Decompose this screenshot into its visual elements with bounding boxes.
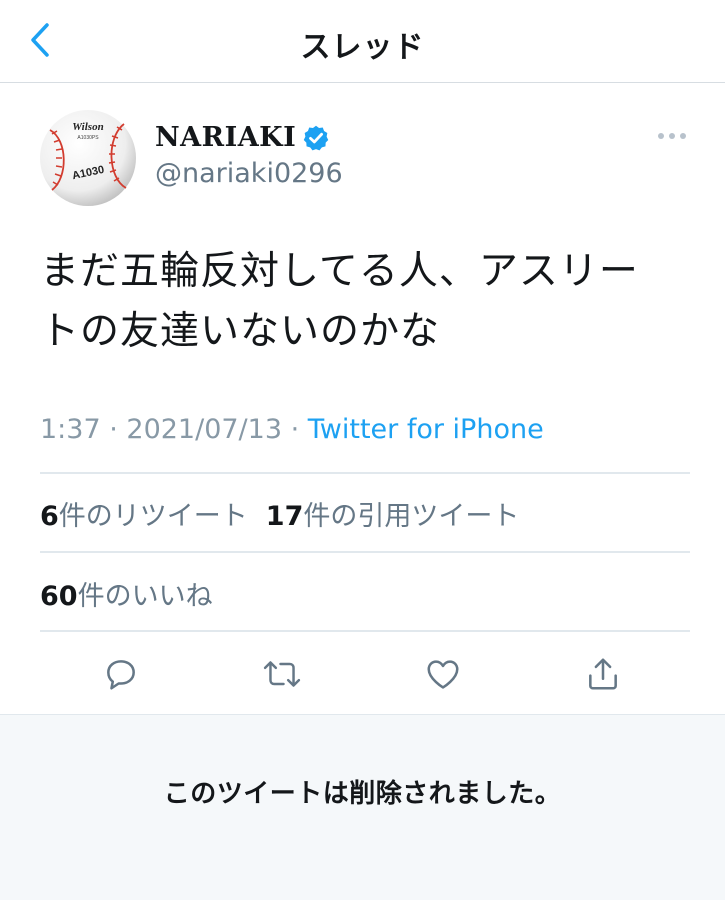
divider: [40, 630, 690, 632]
divider: [40, 472, 690, 474]
avatar[interactable]: Wilson A1030PS A1030: [38, 108, 138, 208]
deleted-tweet-message: このツイートは削除されました。: [163, 779, 562, 809]
retweets-label: 件のリツイート: [58, 501, 248, 532]
tweet-text-line: まだ五輪反対してる人、アスリー: [40, 249, 639, 294]
tweet-text: まだ五輪反対してる人、アスリー トの友達いないのかな: [40, 242, 690, 362]
likes-label: 件のいいね: [77, 581, 213, 612]
tweet-meta: 1:37 · 2021/07/13 · Twitter for iPhone: [40, 414, 544, 445]
likes-stat[interactable]: 60件のいいね: [40, 581, 213, 612]
quote-tweets-stat[interactable]: 17件の引用ツイート: [266, 501, 520, 532]
more-options-button[interactable]: [652, 124, 692, 148]
divider: [40, 551, 690, 553]
tweet-time: 1:37: [40, 414, 101, 445]
ball-brand-text: Wilson: [72, 121, 103, 133]
retweets-count: 6: [40, 501, 59, 532]
likes-stats-row: 60件のいいね: [40, 574, 213, 613]
more-dot-icon: [669, 133, 675, 139]
display-name: NARIAKI: [155, 122, 297, 153]
retweets-stat[interactable]: 6件のリツイート: [40, 501, 248, 532]
author-name-row[interactable]: NARIAKI: [155, 122, 330, 153]
retweet-button[interactable]: [260, 652, 304, 696]
share-icon: [589, 658, 617, 690]
tweet-date: 2021/07/13: [126, 414, 283, 445]
page-title: スレッド: [300, 30, 425, 65]
verified-badge-icon: [302, 124, 330, 152]
meta-separator: ·: [282, 414, 308, 445]
user-handle[interactable]: @nariaki0296: [155, 158, 343, 189]
tweet-card: Wilson A1030PS A1030 NARIAKI @nariaki029…: [0, 84, 725, 714]
heart-icon: [427, 660, 459, 689]
likes-count: 60: [40, 581, 78, 612]
reply-button[interactable]: [99, 652, 143, 696]
baseball-icon: Wilson A1030PS A1030: [40, 110, 136, 206]
quotes-label: 件の引用ツイート: [303, 501, 520, 532]
deleted-tweet-placeholder: このツイートは削除されました。: [0, 714, 725, 900]
tweet-source-link[interactable]: Twitter for iPhone: [308, 414, 544, 445]
top-bar: スレッド: [0, 0, 725, 83]
quotes-count: 17: [265, 501, 304, 532]
retweet-icon: [263, 661, 301, 687]
more-dot-icon: [658, 133, 664, 139]
retweet-stats-row: 6件のリツイート 17件の引用ツイート: [40, 494, 519, 533]
tweet-actions: [0, 648, 725, 704]
share-button[interactable]: [581, 652, 625, 696]
meta-separator: ·: [100, 414, 127, 445]
like-button[interactable]: [421, 652, 465, 696]
ball-sub-text: A1030PS: [77, 135, 99, 141]
more-dot-icon: [680, 133, 686, 139]
reply-icon: [107, 660, 135, 690]
tweet-text-line: トの友達いないのかな: [40, 309, 441, 354]
